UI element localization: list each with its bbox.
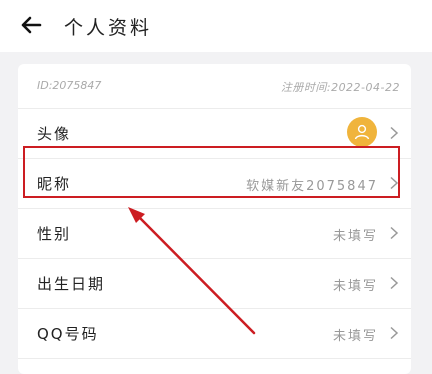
annotation-arrow <box>128 207 256 335</box>
